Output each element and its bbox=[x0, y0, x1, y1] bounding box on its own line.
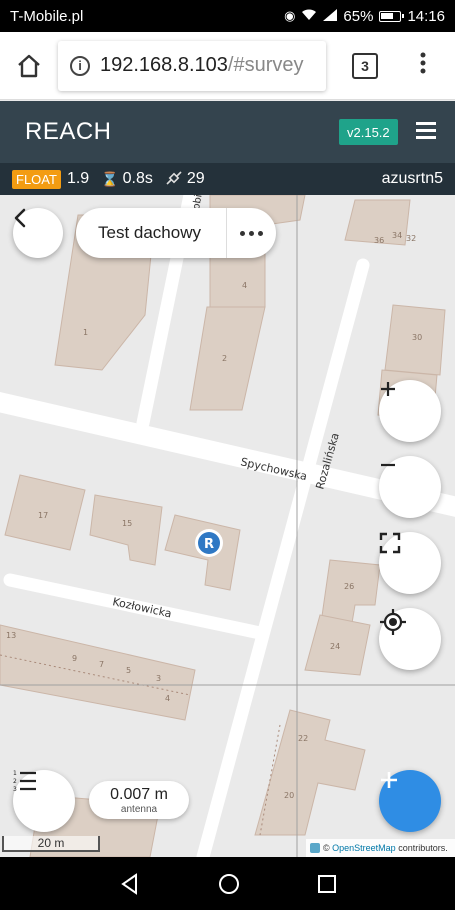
house-number: 32 bbox=[406, 234, 416, 243]
building bbox=[0, 624, 196, 721]
url-hash: /#survey bbox=[227, 54, 304, 76]
wifi-icon bbox=[301, 8, 317, 24]
building bbox=[254, 709, 366, 836]
fullscreen-icon bbox=[379, 532, 401, 554]
house-number: 13 bbox=[6, 631, 16, 640]
map-view[interactable]: Spychowska Rozalińska Kozłowicka obi 1 2… bbox=[0, 195, 455, 857]
plus-icon bbox=[381, 382, 395, 396]
app-header: REACH v2.15.2 bbox=[0, 101, 455, 163]
antenna-height-label: antenna bbox=[120, 803, 158, 815]
house-number: 15 bbox=[122, 519, 132, 528]
more-options-icon[interactable] bbox=[227, 230, 276, 236]
browser-menu-button[interactable] bbox=[420, 52, 426, 79]
house-number: 17 bbox=[38, 511, 48, 520]
zoom-in-button[interactable] bbox=[379, 380, 441, 442]
house-number: 3 bbox=[156, 674, 161, 683]
status-icons: ◉ 65% 14:16 bbox=[284, 8, 445, 25]
house-number: 20 bbox=[284, 791, 294, 800]
solution-status-strip: FLOAT 1.9 ⌛ 0.8s 29 azusrtn5 bbox=[0, 163, 455, 195]
house-number: 5 bbox=[126, 666, 131, 675]
house-number: 7 bbox=[99, 660, 104, 669]
home-circle-icon[interactable] bbox=[218, 873, 240, 895]
map-attribution: © OpenStreetMap contributors. bbox=[306, 839, 455, 857]
attribution-suffix: contributors. bbox=[398, 843, 448, 853]
map-scale-bar: 20 m bbox=[2, 836, 100, 852]
app-title: REACH bbox=[25, 118, 112, 145]
house-number: 30 bbox=[412, 333, 422, 342]
antenna-height-pill[interactable]: 0.007 m antenna bbox=[89, 781, 189, 819]
battery-percent: 65% bbox=[343, 7, 374, 25]
satellite-count: 29 bbox=[186, 170, 205, 187]
map-canvas[interactable]: Spychowska Rozalińska Kozłowicka obi 1 2… bbox=[0, 195, 455, 857]
hamburger-menu-icon[interactable] bbox=[416, 122, 436, 143]
building bbox=[189, 306, 266, 411]
street-label: Kozłowicka bbox=[111, 595, 172, 620]
survey-header-pill: Test dachowy bbox=[76, 208, 276, 258]
locate-button[interactable] bbox=[379, 608, 441, 670]
crosshair-icon bbox=[380, 609, 406, 635]
android-nav-bar bbox=[0, 857, 455, 910]
house-number: 22 bbox=[298, 734, 308, 743]
building bbox=[89, 494, 163, 566]
survey-name[interactable]: Test dachowy bbox=[76, 223, 226, 243]
home-button[interactable] bbox=[0, 32, 58, 100]
solution-age: 1.9 bbox=[66, 170, 90, 187]
house-number: 4 bbox=[165, 694, 170, 703]
house-number: 34 bbox=[392, 231, 402, 240]
url-host: 192.168.8.103 bbox=[100, 54, 228, 76]
house-number: 24 bbox=[330, 642, 340, 651]
back-button[interactable] bbox=[13, 208, 63, 258]
points-list-button[interactable]: 123 bbox=[13, 770, 75, 832]
house-number: 36 bbox=[374, 236, 384, 245]
house-number: 1 bbox=[83, 328, 88, 337]
chevron-left-icon bbox=[14, 208, 26, 228]
solution-status: FLOAT 1.9 bbox=[12, 169, 90, 189]
plus-icon bbox=[381, 772, 397, 788]
base-station-name: azusrtn5 bbox=[381, 170, 443, 187]
house-number: 26 bbox=[344, 582, 354, 591]
satellite-status: 29 bbox=[165, 170, 205, 189]
osm-link[interactable]: OpenStreetMap bbox=[332, 843, 396, 853]
attribution-prefix: © bbox=[323, 843, 330, 853]
info-icon[interactable]: i bbox=[70, 55, 90, 76]
recents-square-icon[interactable] bbox=[317, 874, 337, 894]
satellite-icon bbox=[165, 170, 183, 189]
zoom-out-button[interactable] bbox=[379, 456, 441, 518]
svg-text:1: 1 bbox=[13, 770, 17, 777]
home-icon bbox=[18, 54, 40, 77]
leaflet-logo-icon bbox=[310, 843, 320, 853]
carrier-name: T-Mobile.pl bbox=[10, 7, 84, 25]
battery-icon bbox=[379, 10, 405, 22]
numbered-list-icon: 123 bbox=[13, 770, 36, 792]
tab-switcher-button[interactable]: 3 bbox=[352, 52, 378, 79]
signal-icon bbox=[323, 8, 338, 24]
fullscreen-button[interactable] bbox=[379, 532, 441, 594]
add-point-button[interactable] bbox=[379, 770, 441, 832]
svg-text:3: 3 bbox=[13, 786, 17, 792]
house-number: 2 bbox=[222, 354, 227, 363]
solution-badge: FLOAT bbox=[12, 169, 61, 189]
latency-status: ⌛ 0.8s bbox=[101, 170, 153, 188]
menu-icon bbox=[420, 52, 426, 74]
house-number: 4 bbox=[242, 281, 247, 290]
android-status-bar: T-Mobile.pl ◉ 65% 14:16 bbox=[0, 0, 455, 32]
minus-icon bbox=[381, 463, 395, 467]
version-badge[interactable]: v2.15.2 bbox=[339, 119, 398, 145]
back-triangle-icon[interactable] bbox=[119, 872, 141, 895]
svg-text:2: 2 bbox=[13, 778, 17, 785]
hourglass-icon: ⌛ bbox=[101, 170, 119, 187]
house-number: 9 bbox=[72, 654, 77, 663]
latency-value: 0.8s bbox=[122, 170, 153, 187]
browser-toolbar: i 192.168.8.103/#survey 3 bbox=[0, 32, 455, 100]
base-station-marker: R bbox=[195, 529, 223, 557]
marker-label: R bbox=[204, 537, 214, 552]
url-bar[interactable]: i 192.168.8.103/#survey bbox=[58, 40, 326, 91]
eye-icon: ◉ bbox=[284, 8, 296, 23]
clock: 14:16 bbox=[407, 7, 445, 25]
antenna-height-value: 0.007 m bbox=[110, 785, 168, 803]
